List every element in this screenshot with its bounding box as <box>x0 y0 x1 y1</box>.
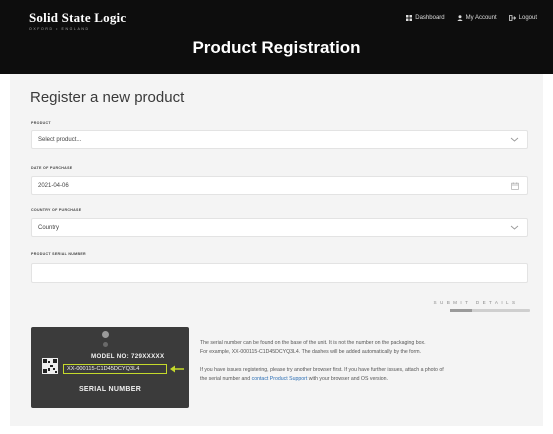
contact-support-link[interactable]: contact Product Support <box>252 376 308 382</box>
header-bar: Solid State Logic OXFORD • ENGLAND Dashb… <box>0 0 553 74</box>
product-select[interactable]: Select product... <box>31 130 528 149</box>
submit-progress-fill <box>450 309 472 312</box>
form-heading: Register a new product <box>30 89 185 106</box>
date-input[interactable]: 2021-04-06 <box>31 176 528 195</box>
help-text-line-2: For example, XX-000115-C1D45DCYQ3L4. The… <box>200 349 421 355</box>
product-select-value: Select product... <box>38 136 82 143</box>
country-label: COUNTRY OF PURCHASE <box>31 208 82 212</box>
serial-number-example: XX-000115-C1D45DCYQ3L4 <box>63 364 167 374</box>
model-number-text: MODEL NO: 729XXXXX <box>91 353 165 360</box>
product-label: PRODUCT <box>31 121 51 125</box>
serial-number-input[interactable] <box>31 263 528 283</box>
submit-progress-bar <box>450 309 530 312</box>
nav-my-account[interactable]: My Account <box>456 15 497 21</box>
date-label: DATE OF PURCHASE <box>31 166 73 170</box>
serial-number-example-image: MODEL NO: 729XXXXX XX-000115-C1D45DCYQ3L… <box>31 327 189 408</box>
calendar-icon[interactable] <box>511 182 519 190</box>
nav-logout-label: Logout <box>518 15 537 21</box>
logout-icon <box>508 15 516 21</box>
help-text-prefix: the serial number and <box>200 376 252 382</box>
qr-code-graphic <box>42 358 58 374</box>
date-input-value: 2021-04-06 <box>38 182 69 189</box>
nav-dashboard[interactable]: Dashboard <box>406 15 445 21</box>
country-select[interactable]: Country <box>31 218 528 237</box>
chevron-down-icon <box>510 137 519 142</box>
help-text-line-1: The serial number can be found on the ba… <box>200 340 426 346</box>
help-text-line-3: If you have issues registering, please t… <box>200 367 444 373</box>
screw-graphic <box>102 331 109 338</box>
brand-name: Solid State Logic <box>29 10 127 25</box>
help-text-suffix: with your browser and OS version. <box>307 376 389 382</box>
brand-subtitle: OXFORD • ENGLAND <box>29 27 90 31</box>
help-text-line-4: the serial number and contact Product Su… <box>200 375 530 384</box>
serial-number-caption: SERIAL NUMBER <box>78 386 142 393</box>
page-title: Product Registration <box>192 38 361 57</box>
submit-details-button[interactable]: SUBMIT DETAILS <box>424 297 528 309</box>
user-icon <box>456 15 463 21</box>
nav-dashboard-label: Dashboard <box>415 15 445 21</box>
arrow-left-icon <box>170 365 184 373</box>
country-select-value: Country <box>38 224 60 231</box>
registration-panel: Register a new product PRODUCT Select pr… <box>10 74 543 426</box>
chevron-down-icon <box>510 225 519 230</box>
nav-logout[interactable]: Logout <box>508 15 537 21</box>
screw-graphic <box>103 342 108 347</box>
grid-icon <box>406 15 413 21</box>
top-nav: Dashboard My Account Logout <box>406 15 537 21</box>
brand-logo[interactable]: Solid State Logic OXFORD • ENGLAND <box>29 10 126 31</box>
serial-number-label: PRODUCT SERIAL NUMBER <box>31 252 86 256</box>
nav-my-account-label: My Account <box>465 15 497 21</box>
